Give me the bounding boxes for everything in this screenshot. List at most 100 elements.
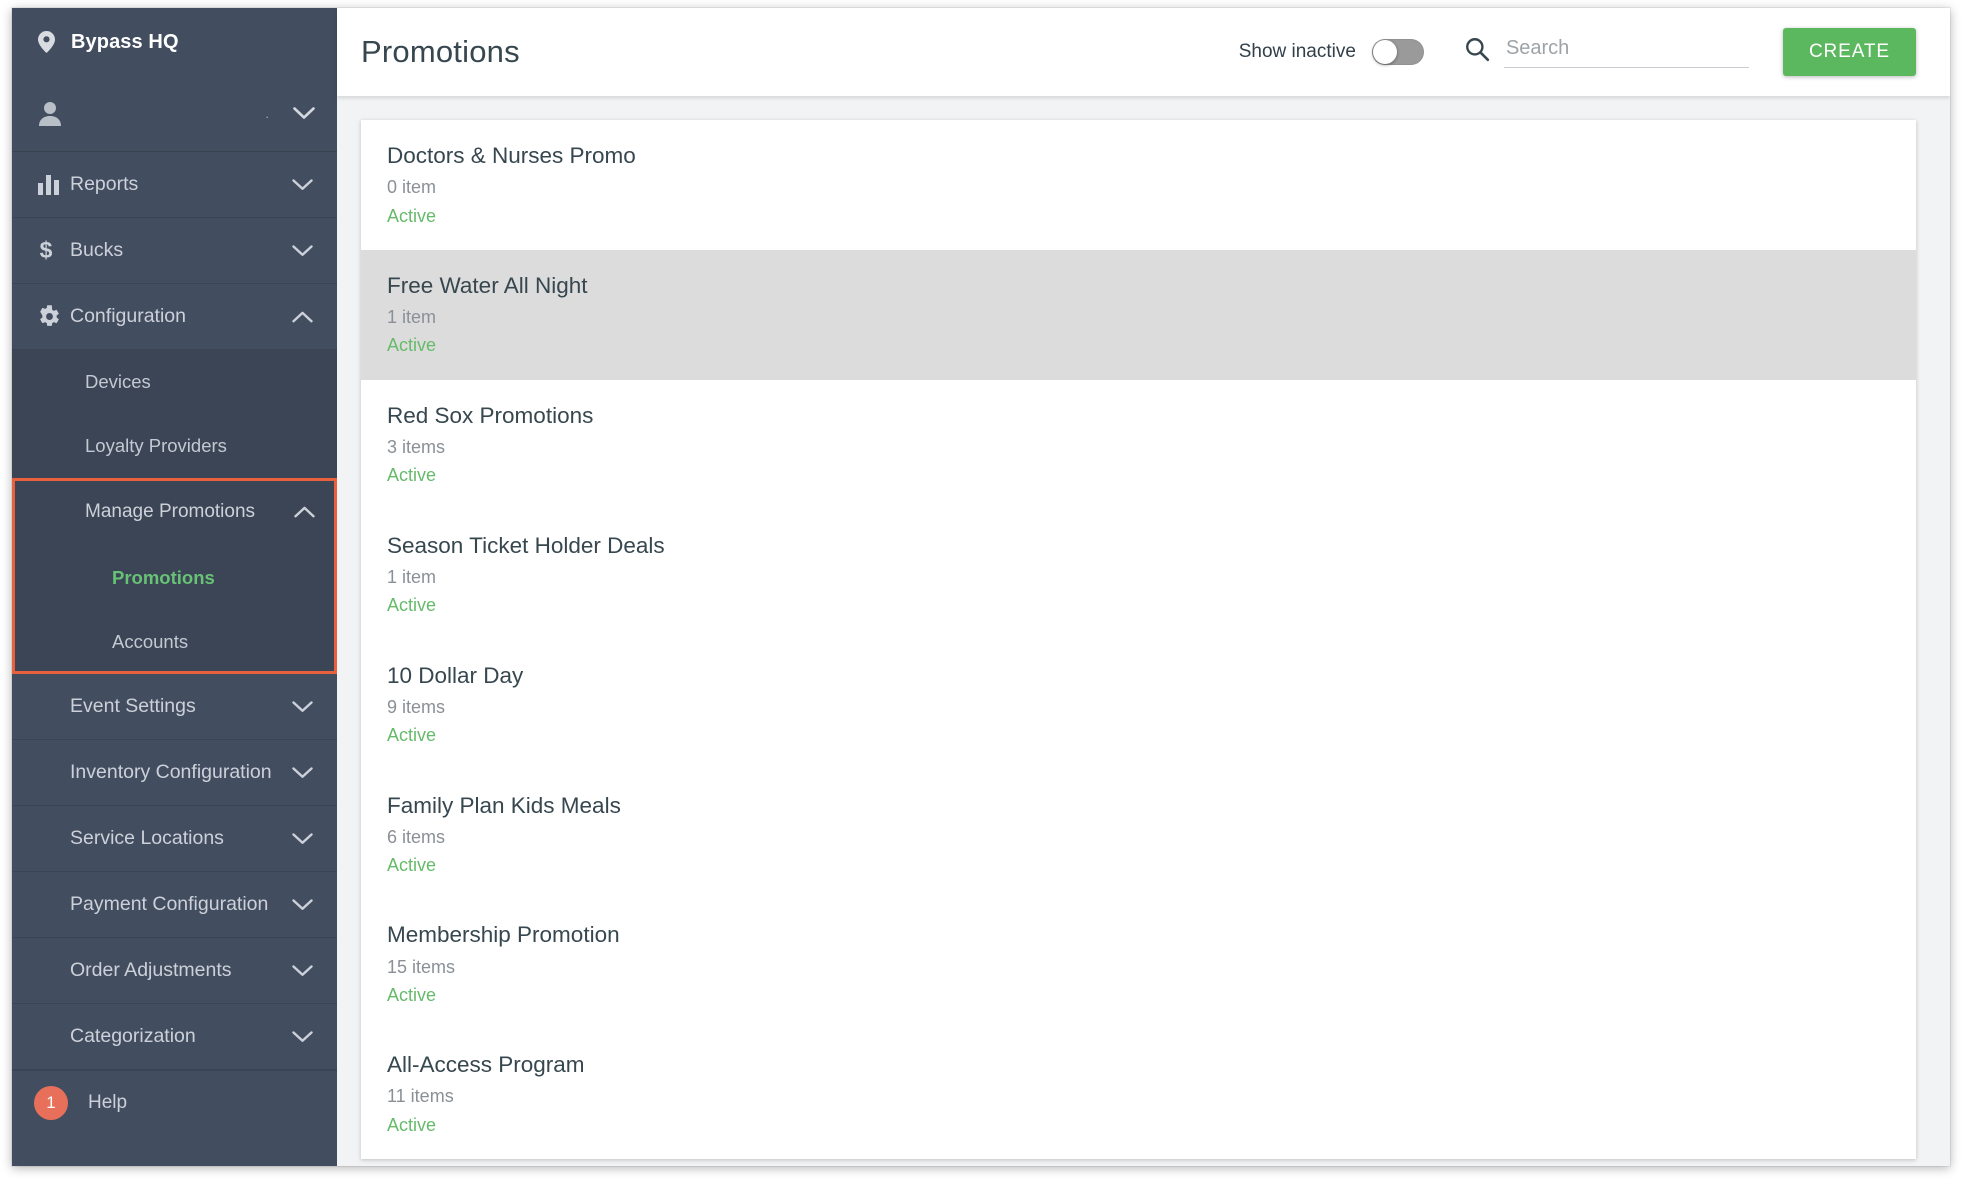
sidebar-item-manage-promotions[interactable]: Manage Promotions bbox=[12, 478, 337, 546]
chevron-down-icon[interactable] bbox=[289, 832, 315, 845]
sidebar-item-promotions[interactable]: Promotions bbox=[12, 546, 337, 610]
chevron-down-icon[interactable] bbox=[289, 898, 315, 911]
status-badge: Active bbox=[387, 465, 437, 486]
sidebar-item-label: Order Adjustments bbox=[70, 959, 232, 981]
chevron-up-icon[interactable] bbox=[294, 506, 315, 518]
sidebar-subitem-label: Loyalty Providers bbox=[85, 435, 227, 456]
promotion-item-count: 1 item bbox=[387, 307, 437, 328]
main-area: Promotions Show inactive CREATE bbox=[337, 8, 1950, 1166]
manage-promotions-group: Manage Promotions Promotions Accounts bbox=[12, 478, 337, 674]
promotion-item-count: 3 items bbox=[387, 436, 446, 457]
sidebar-item-categorization[interactable]: Categorization bbox=[12, 1004, 337, 1070]
promotion-name: 10 Dollar Day bbox=[387, 662, 524, 688]
sidebar-item-reports[interactable]: Reports bbox=[12, 152, 337, 218]
chevron-down-icon[interactable] bbox=[289, 244, 315, 257]
chevron-up-icon[interactable] bbox=[289, 311, 315, 323]
top-bar: Promotions Show inactive CREATE bbox=[337, 8, 1950, 96]
promotion-name: All-Access Program bbox=[387, 1052, 585, 1078]
location-pin-icon bbox=[38, 31, 55, 53]
promotion-name: Membership Promotion bbox=[387, 922, 620, 948]
create-button[interactable]: CREATE bbox=[1782, 28, 1916, 76]
dollar-icon: $ bbox=[38, 238, 68, 263]
sidebar-item-label: Help bbox=[88, 1091, 128, 1113]
sidebar-item-order-adjustments[interactable]: Order Adjustments bbox=[12, 938, 337, 1004]
promotion-item-count: 6 items bbox=[387, 826, 446, 847]
sidebar-item-service-locations[interactable]: Service Locations bbox=[12, 806, 337, 872]
org-header[interactable]: Bypass HQ bbox=[12, 8, 337, 76]
show-inactive-toggle[interactable] bbox=[1371, 39, 1424, 65]
sidebar-item-help[interactable]: 1 Help bbox=[12, 1070, 337, 1134]
status-badge: Active bbox=[387, 595, 437, 616]
promotions-list: Doctors & Nurses Promo 0 item Active Fre… bbox=[361, 120, 1916, 1160]
promotion-name: Free Water All Night bbox=[387, 272, 588, 298]
promotion-item-count: 1 item bbox=[387, 566, 437, 587]
list-item[interactable]: Free Water All Night 1 item Active bbox=[361, 249, 1916, 380]
sidebar-item-devices[interactable]: Devices bbox=[12, 350, 337, 414]
promotion-item-count: 9 items bbox=[387, 696, 446, 717]
search-icon[interactable] bbox=[1464, 36, 1490, 68]
show-inactive-control[interactable]: Show inactive bbox=[1239, 39, 1424, 65]
status-badge: Active bbox=[387, 855, 437, 876]
sidebar-item-configuration[interactable]: Configuration bbox=[12, 284, 337, 350]
chevron-down-icon[interactable] bbox=[289, 178, 315, 191]
promotion-name: Doctors & Nurses Promo bbox=[387, 143, 636, 168]
chevron-down-icon[interactable] bbox=[293, 107, 315, 120]
promotion-item-count: 15 items bbox=[387, 956, 456, 977]
promotion-name: Family Plan Kids Meals bbox=[387, 792, 621, 818]
page-title: Promotions bbox=[361, 34, 520, 69]
sidebar-item-accounts[interactable]: Accounts bbox=[12, 610, 337, 674]
promotion-name: Season Ticket Holder Deals bbox=[387, 532, 665, 558]
sidebar-subitem-label: Accounts bbox=[112, 631, 189, 652]
list-item[interactable]: Season Ticket Holder Deals 1 item Active bbox=[361, 509, 1916, 640]
list-item[interactable]: Membership Promotion 15 items Active bbox=[361, 899, 1916, 1030]
sidebar-item-payment-configuration[interactable]: Payment Configuration bbox=[12, 872, 337, 938]
sidebar-item-label: Categorization bbox=[70, 1025, 196, 1047]
org-name: Bypass HQ bbox=[71, 30, 179, 53]
status-badge: Active bbox=[387, 335, 437, 356]
chevron-down-icon[interactable] bbox=[289, 1030, 315, 1043]
sidebar-item-label: Event Settings bbox=[70, 695, 196, 717]
show-inactive-label: Show inactive bbox=[1238, 41, 1356, 62]
list-item[interactable]: All-Access Program 11 items Active bbox=[361, 1029, 1916, 1160]
list-item[interactable]: Red Sox Promotions 3 items Active bbox=[361, 379, 1916, 510]
user-row[interactable]: . bbox=[12, 76, 337, 152]
toggle-knob bbox=[1372, 40, 1397, 64]
sidebar-item-label: Configuration bbox=[70, 305, 186, 327]
list-item[interactable]: Family Plan Kids Meals 6 items Active bbox=[361, 769, 1916, 900]
chevron-down-icon[interactable] bbox=[289, 964, 315, 977]
list-item[interactable]: 10 Dollar Day 9 items Active bbox=[361, 639, 1916, 770]
help-badge: 1 bbox=[34, 1085, 68, 1120]
gear-icon bbox=[38, 305, 68, 328]
status-badge: Active bbox=[387, 1114, 437, 1135]
sidebar-subitem-label: Devices bbox=[85, 371, 151, 392]
status-badge: Active bbox=[387, 984, 437, 1005]
sidebar: Bypass HQ . Reports $ Bucks Configuratio… bbox=[12, 8, 337, 1166]
bar-chart-icon bbox=[38, 174, 68, 195]
promotion-item-count: 0 item bbox=[387, 177, 437, 198]
svg-text:$: $ bbox=[40, 238, 53, 263]
configuration-submenu: Devices Loyalty Providers Manage Promoti… bbox=[12, 350, 337, 674]
sidebar-subitem-label: Manage Promotions bbox=[85, 501, 256, 522]
sidebar-item-label: Service Locations bbox=[70, 827, 224, 849]
status-badge: Active bbox=[387, 205, 437, 226]
search-control bbox=[1464, 36, 1749, 68]
chevron-down-icon[interactable] bbox=[289, 700, 315, 713]
sidebar-item-label: Reports bbox=[70, 173, 139, 195]
sidebar-item-label: Inventory Configuration bbox=[70, 761, 272, 783]
sidebar-item-inventory-configuration[interactable]: Inventory Configuration bbox=[12, 740, 337, 806]
sidebar-item-loyalty-providers[interactable]: Loyalty Providers bbox=[12, 414, 337, 478]
status-badge: Active bbox=[387, 725, 437, 746]
promotion-item-count: 11 items bbox=[387, 1086, 454, 1107]
chevron-down-icon[interactable] bbox=[289, 766, 315, 779]
sidebar-subitem-label: Promotions bbox=[112, 567, 215, 588]
app-window: Bypass HQ . Reports $ Bucks Configuratio… bbox=[12, 8, 1950, 1166]
sidebar-item-bucks[interactable]: $ Bucks bbox=[12, 218, 337, 284]
search-input[interactable] bbox=[1503, 37, 1749, 68]
sidebar-item-label: Payment Configuration bbox=[70, 893, 269, 915]
user-name-label: . bbox=[265, 106, 269, 121]
sidebar-item-label: Bucks bbox=[70, 239, 124, 261]
person-icon bbox=[38, 101, 62, 126]
list-item[interactable]: Doctors & Nurses Promo 0 item Active bbox=[361, 120, 1916, 250]
sidebar-item-event-settings[interactable]: Event Settings bbox=[12, 674, 337, 740]
promotion-name: Red Sox Promotions bbox=[387, 402, 594, 428]
